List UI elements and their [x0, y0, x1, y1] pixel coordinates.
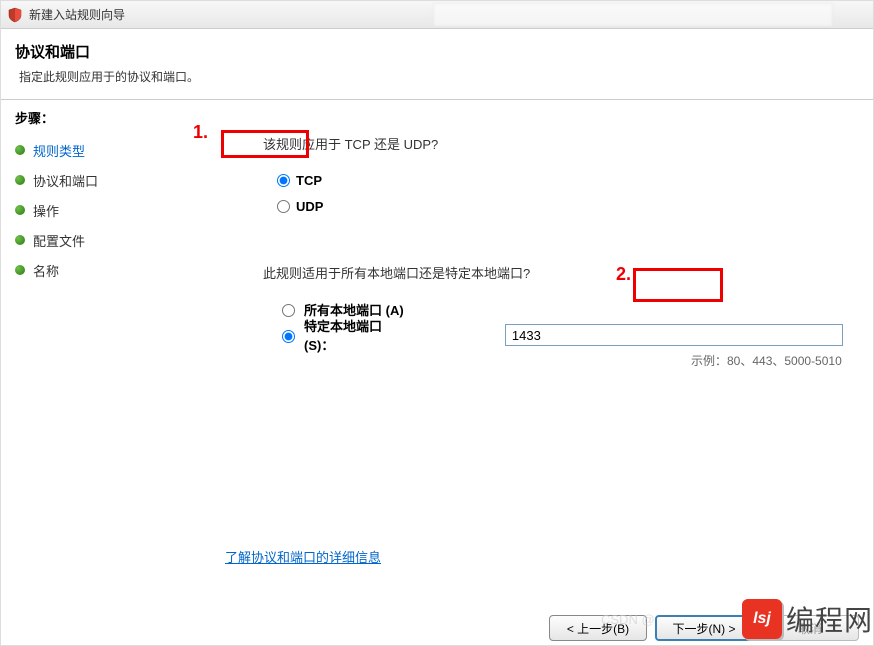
wizard-content: 1. 该规则应用于 TCP 还是 UDP? TCP UDP 此规则适用于所有本地…: [211, 100, 873, 602]
step-label: 规则类型: [33, 141, 85, 160]
protocol-question: 该规则应用于 TCP 还是 UDP?: [263, 134, 843, 153]
page-title: 协议和端口: [15, 41, 859, 62]
step-label: 名称: [33, 261, 59, 280]
window-title: 新建入站规则向导: [29, 6, 125, 23]
radio-udp[interactable]: UDP: [277, 193, 843, 219]
step-name[interactable]: 名称: [15, 255, 211, 285]
wizard-header: 协议和端口 指定此规则应用于的协议和端口。: [1, 29, 873, 100]
radio-udp-input[interactable]: [277, 200, 290, 213]
radio-specific-ports-input[interactable]: [282, 330, 295, 343]
radio-udp-label: UDP: [296, 199, 323, 214]
radio-specific-ports-label: 特定本地端口 (S)：: [304, 316, 409, 354]
radio-tcp-label: TCP: [296, 173, 322, 188]
step-protocol-ports[interactable]: 协议和端口: [15, 165, 211, 195]
bullet-icon: [15, 175, 25, 185]
step-profile[interactable]: 配置文件: [15, 225, 211, 255]
port-example-text: 示例：80、443、5000-5010: [691, 352, 843, 369]
wizard-window: 新建入站规则向导 协议和端口 指定此规则应用于的协议和端口。 步骤： 规则类型 …: [0, 0, 874, 646]
blurred-header-decoration: [433, 3, 833, 27]
step-label: 操作: [33, 201, 59, 220]
specific-ports-input[interactable]: [505, 324, 843, 346]
wizard-body: 步骤： 规则类型 协议和端口 操作 配置文件 名称 1. 该规则应用于 TCP …: [1, 100, 873, 602]
step-label: 协议和端口: [33, 171, 98, 190]
steps-heading: 步骤：: [15, 108, 211, 127]
protocol-radio-group: TCP UDP: [277, 167, 843, 219]
next-button[interactable]: 下一步(N) >: [655, 615, 753, 641]
port-question: 此规则适用于所有本地端口还是特定本地端口?: [263, 263, 843, 282]
steps-sidebar: 步骤： 规则类型 协议和端口 操作 配置文件 名称: [1, 100, 211, 602]
step-rule-type[interactable]: 规则类型: [15, 135, 211, 165]
bullet-icon: [15, 265, 25, 275]
bullet-icon: [15, 205, 25, 215]
wizard-footer: < 上一步(B) 下一步(N) > 取消: [549, 615, 859, 641]
step-action[interactable]: 操作: [15, 195, 211, 225]
radio-specific-ports-row: 特定本地端口 (S)：: [277, 322, 843, 348]
step-label: 配置文件: [33, 231, 85, 250]
radio-all-ports-input[interactable]: [282, 304, 295, 317]
bullet-icon: [15, 145, 25, 155]
learn-more-link[interactable]: 了解协议和端口的详细信息: [225, 547, 381, 566]
page-subtitle: 指定此规则应用于的协议和端口。: [15, 68, 859, 85]
csdn-watermark: CSDN @: [601, 612, 655, 627]
shield-icon: [7, 7, 23, 23]
annotation-2: 2.: [616, 264, 631, 285]
cancel-button[interactable]: 取消: [761, 615, 859, 641]
radio-tcp-input[interactable]: [277, 174, 290, 187]
annotation-1: 1.: [193, 122, 208, 143]
bullet-icon: [15, 235, 25, 245]
radio-tcp[interactable]: TCP: [277, 167, 843, 193]
